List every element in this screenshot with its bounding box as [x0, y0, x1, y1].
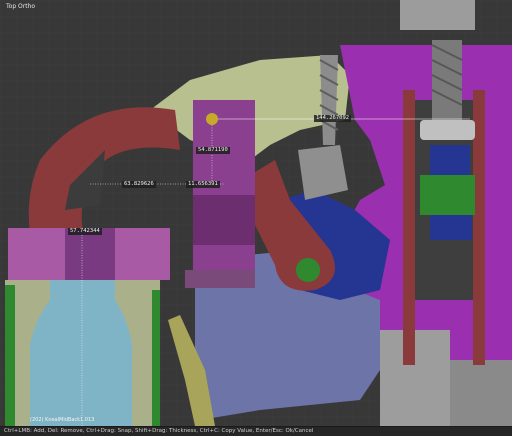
status-bar: Ctrl+LMB: Add, Del: Remove, Ctrl+Drag: S… — [0, 426, 512, 436]
measurement-label[interactable]: 63.829626 — [122, 181, 156, 188]
view-header-label: Top Ortho — [6, 3, 36, 10]
measurement-label[interactable]: 11.656391 — [186, 181, 220, 188]
viewport-scene — [0, 0, 512, 426]
measurement-label[interactable]: 57.742344 — [68, 228, 102, 235]
status-bar-hint: Ctrl+LMB: Add, Del: Remove, Ctrl+Drag: S… — [4, 428, 314, 434]
blender-window: Top Ortho 144.267092 54.871190 63.829626… — [0, 0, 512, 436]
measurement-label[interactable]: 54.871190 — [196, 147, 230, 154]
3d-viewport[interactable]: Top Ortho 144.267092 54.871190 63.829626… — [0, 0, 512, 426]
active-object-name: (202) KnealMidBack1.013 — [30, 417, 95, 423]
purple-column — [193, 100, 255, 288]
measurement-label[interactable]: 144.267092 — [314, 115, 352, 122]
